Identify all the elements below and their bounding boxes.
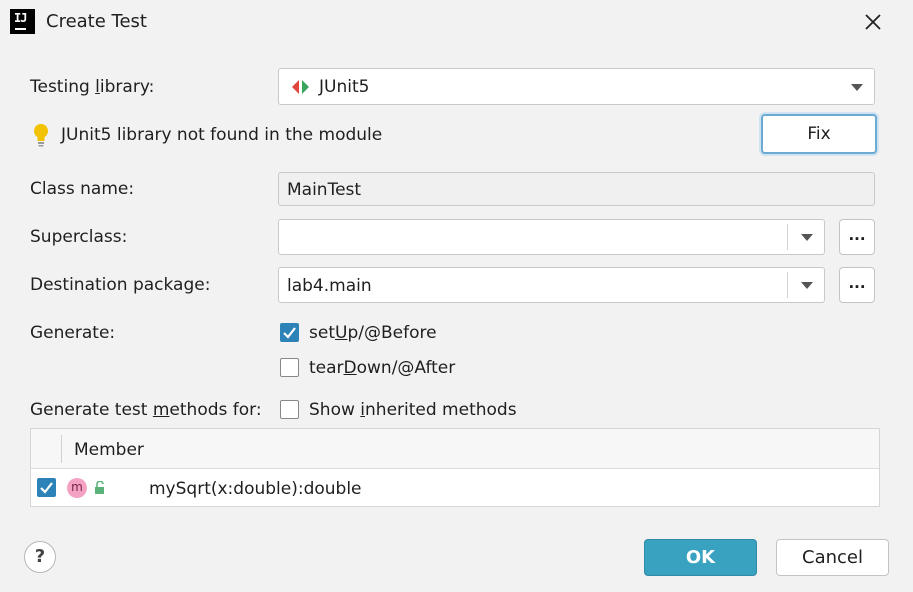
table-row[interactable]: m mySqrt(x:double):double xyxy=(31,469,879,506)
testing-library-value: JUnit5 xyxy=(319,77,370,97)
testing-library-label: Testing library: xyxy=(30,77,155,97)
chevron-down-icon[interactable] xyxy=(801,234,813,241)
setup-before-checkbox[interactable] xyxy=(280,323,299,342)
destination-browse-button[interactable]: ... xyxy=(839,267,875,303)
members-table: Member m mySqrt(x:double):double xyxy=(30,428,880,507)
class-name-input[interactable]: MainTest xyxy=(278,172,875,206)
teardown-after-checkbox[interactable] xyxy=(280,358,299,377)
lightbulb-icon xyxy=(33,123,49,152)
show-inherited-label[interactable]: Show inherited methods xyxy=(309,400,517,420)
chevron-down-icon[interactable] xyxy=(801,282,813,289)
member-name: mySqrt(x:double):double xyxy=(149,479,362,499)
ok-button[interactable]: OK xyxy=(644,539,757,576)
help-icon[interactable]: ? xyxy=(24,541,56,573)
member-select-checkbox[interactable] xyxy=(37,478,56,497)
dialog-title: Create Test xyxy=(46,11,147,32)
cancel-button[interactable]: Cancel xyxy=(776,539,889,576)
method-icon: m xyxy=(67,478,87,498)
fix-button[interactable]: Fix xyxy=(761,114,877,154)
superclass-input[interactable] xyxy=(278,219,825,255)
setup-before-label[interactable]: setUp/@Before xyxy=(309,323,437,343)
close-icon[interactable] xyxy=(862,11,884,33)
destination-package-label: Destination package: xyxy=(30,275,211,295)
destination-package-input[interactable]: lab4.main xyxy=(278,267,825,303)
library-not-found-warning: JUnit5 library not found in the module xyxy=(61,125,383,145)
teardown-after-label[interactable]: tearDown/@After xyxy=(309,358,455,378)
testing-library-select[interactable]: JUnit5 xyxy=(278,68,875,105)
generate-label: Generate: xyxy=(30,323,116,343)
destination-package-value: lab4.main xyxy=(287,276,372,296)
public-lock-icon xyxy=(93,480,107,500)
member-column-header[interactable]: Member xyxy=(74,440,144,460)
junit-icon xyxy=(291,79,311,100)
table-header: Member xyxy=(31,429,879,469)
chevron-down-icon xyxy=(851,84,863,91)
intellij-app-icon: IJ xyxy=(10,9,35,34)
class-name-label: Class name: xyxy=(30,179,135,199)
show-inherited-checkbox[interactable] xyxy=(280,400,299,419)
superclass-browse-button[interactable]: ... xyxy=(839,219,875,255)
superclass-label: Superclass: xyxy=(30,227,128,247)
class-name-value: MainTest xyxy=(287,180,362,200)
methods-for-label: Generate test methods for: xyxy=(30,400,262,420)
